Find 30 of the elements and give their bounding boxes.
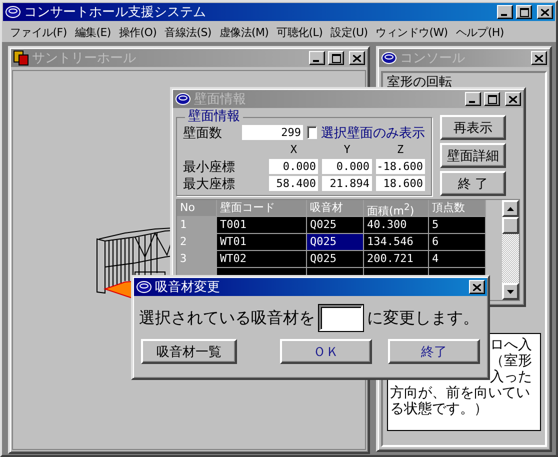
axis-label: Y — [342, 143, 352, 156]
field-label: 壁面数 — [183, 124, 223, 142]
prompt-text: に変更します。 — [367, 308, 479, 328]
field-label: 最小座標 — [183, 158, 236, 176]
window-title: 壁面情報 — [194, 91, 247, 108]
message-text: 方向が、前を向いてい — [390, 385, 531, 401]
column-header: No — [177, 200, 217, 217]
checkbox-label: 選択壁面のみ表示 — [320, 124, 425, 142]
prompt-text: 選択されている吸音材を — [139, 308, 315, 328]
group-title: 壁面情報 — [185, 110, 243, 124]
window-title: コンサートホール支援システム — [24, 4, 207, 21]
count-field: 299 — [242, 125, 304, 140]
message-text: 入った — [490, 369, 532, 385]
column-header: 頂点数 — [429, 200, 486, 217]
column-header: 壁面コード — [217, 200, 307, 217]
message-text: る状態です。） — [390, 401, 489, 417]
column-header: 吸音材 — [307, 200, 364, 217]
coordinate-field: 21.894 — [322, 176, 372, 191]
field-label: 最大座標 — [183, 176, 236, 192]
coordinate-field: 58.400 — [268, 176, 318, 191]
coordinate-field: 18.600 — [376, 176, 425, 191]
message-text: （室形 — [490, 353, 532, 369]
message-text: ロへ入 — [490, 337, 532, 353]
coordinate-field: 0.000 — [268, 159, 318, 174]
axis-label: X — [289, 143, 298, 156]
window-title: 吸音材変更 — [155, 279, 221, 296]
coordinate-field: 0.000 — [322, 159, 372, 174]
coordinate-field: -18.600 — [376, 159, 425, 174]
axis-label: Z — [396, 143, 405, 156]
column-header: 面積(m$^{2}$) — [364, 200, 429, 217]
